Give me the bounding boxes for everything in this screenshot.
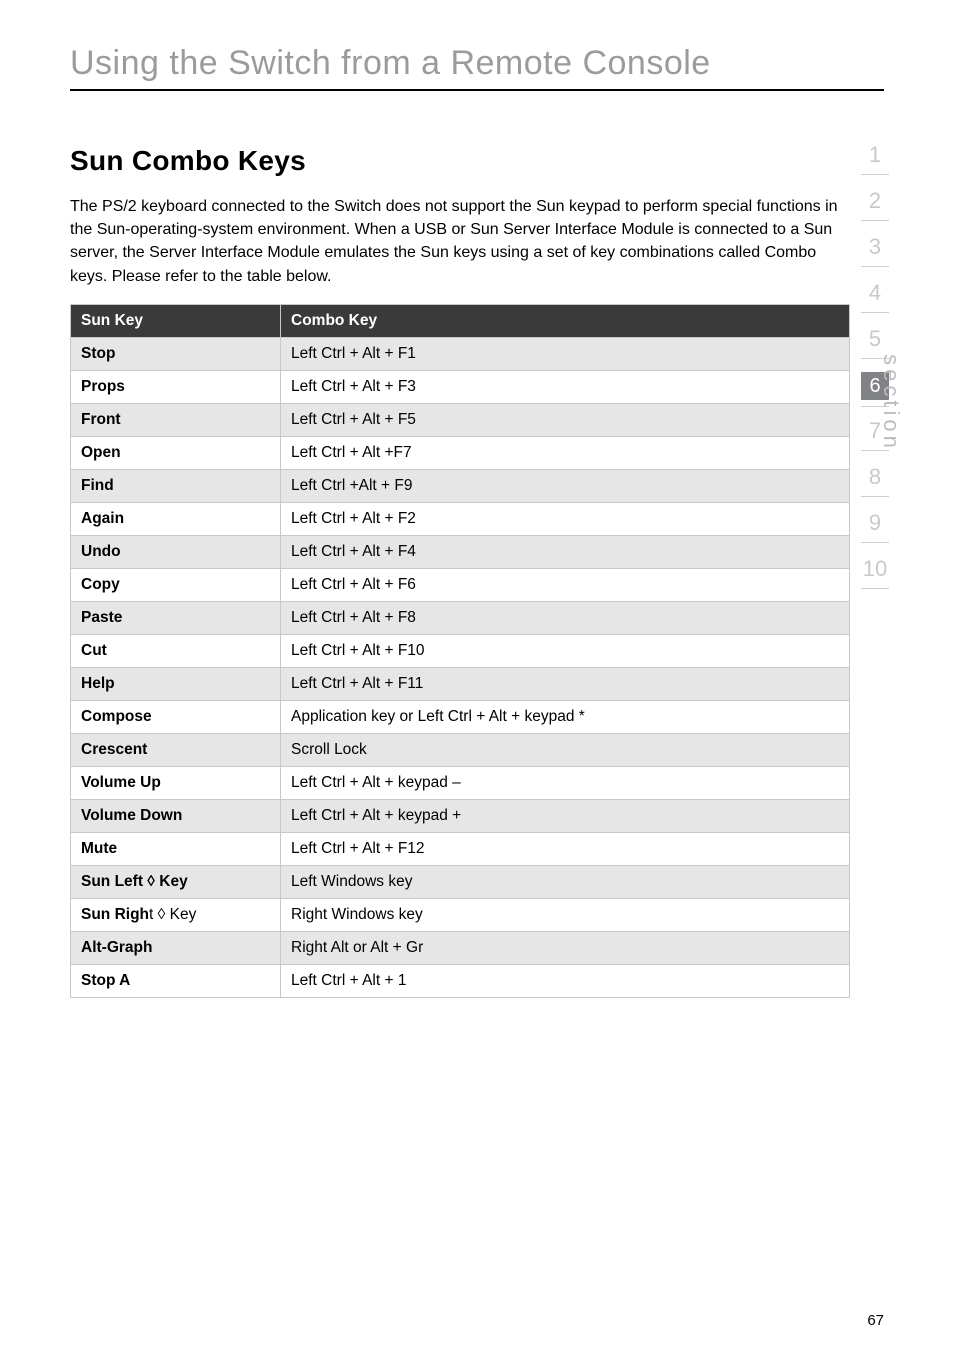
table-cell-combokey: Left Ctrl + Alt + F11 (281, 667, 850, 700)
table-cell-sunkey: Volume Down (71, 799, 281, 832)
table-cell-sunkey: Stop (71, 337, 281, 370)
table-row: MuteLeft Ctrl + Alt + F12 (71, 832, 850, 865)
table-cell-combokey: Left Ctrl + Alt + F4 (281, 535, 850, 568)
table-row: HelpLeft Ctrl + Alt + F11 (71, 667, 850, 700)
table-cell-combokey: Left Ctrl +Alt + F9 (281, 469, 850, 502)
table-cell-combokey: Left Ctrl + Alt + 1 (281, 964, 850, 997)
section-nav-item[interactable]: 4 (840, 274, 910, 320)
section-title: Sun Combo Keys (70, 145, 884, 177)
table-row: CopyLeft Ctrl + Alt + F6 (71, 568, 850, 601)
page-number: 67 (867, 1312, 884, 1329)
table-cell-combokey: Left Ctrl + Alt + keypad – (281, 766, 850, 799)
table-cell-combokey: Left Ctrl + Alt + F12 (281, 832, 850, 865)
table-cell-combokey: Left Ctrl + Alt + F8 (281, 601, 850, 634)
table-row: ComposeApplication key or Left Ctrl + Al… (71, 700, 850, 733)
page-title: Using the Switch from a Remote Console (70, 44, 884, 83)
table-cell-sunkey: Find (71, 469, 281, 502)
table-cell-combokey: Left Ctrl + Alt + keypad + (281, 799, 850, 832)
section-nav-item[interactable]: 9 (840, 504, 910, 550)
table-cell-sunkey: Open (71, 436, 281, 469)
table-cell-sunkey: Cut (71, 634, 281, 667)
table-cell-combokey: Left Ctrl + Alt + F2 (281, 502, 850, 535)
table-row: StopLeft Ctrl + Alt + F1 (71, 337, 850, 370)
table-cell-combokey: Left Ctrl + Alt + F6 (281, 568, 850, 601)
table-row: Sun Right ◊ KeyRight Windows key (71, 898, 850, 931)
table-row: Alt-GraphRight Alt or Alt + Gr (71, 931, 850, 964)
table-cell-combokey: Right Alt or Alt + Gr (281, 931, 850, 964)
table-cell-sunkey: Volume Up (71, 766, 281, 799)
table-row: PasteLeft Ctrl + Alt + F8 (71, 601, 850, 634)
table-cell-combokey: Left Ctrl + Alt + F3 (281, 370, 850, 403)
table-row: FrontLeft Ctrl + Alt + F5 (71, 403, 850, 436)
table-cell-sunkey: Compose (71, 700, 281, 733)
table-cell-combokey: Application key or Left Ctrl + Alt + key… (281, 700, 850, 733)
table-header-sunkey: Sun Key (71, 304, 281, 337)
table-cell-sunkey: Front (71, 403, 281, 436)
section-nav-item[interactable]: 8 (840, 458, 910, 504)
section-nav-item[interactable]: 1 (840, 136, 910, 182)
table-row: Volume DownLeft Ctrl + Alt + keypad + (71, 799, 850, 832)
section-nav-item[interactable]: 10 (840, 550, 910, 596)
section-nav-item[interactable]: 2 (840, 182, 910, 228)
combo-keys-table: Sun Key Combo Key StopLeft Ctrl + Alt + … (70, 304, 850, 998)
table-row: UndoLeft Ctrl + Alt + F4 (71, 535, 850, 568)
table-row: AgainLeft Ctrl + Alt + F2 (71, 502, 850, 535)
table-cell-sunkey: Sun Right ◊ Key (71, 898, 281, 931)
table-cell-combokey: Left Ctrl + Alt + F10 (281, 634, 850, 667)
table-cell-combokey: Scroll Lock (281, 733, 850, 766)
table-cell-combokey: Left Ctrl + Alt +F7 (281, 436, 850, 469)
table-cell-sunkey: Stop A (71, 964, 281, 997)
table-row: OpenLeft Ctrl + Alt +F7 (71, 436, 850, 469)
table-cell-combokey: Left Windows key (281, 865, 850, 898)
table-cell-combokey: Left Ctrl + Alt + F1 (281, 337, 850, 370)
table-cell-sunkey: Alt-Graph (71, 931, 281, 964)
table-row: Sun Left ◊ KeyLeft Windows key (71, 865, 850, 898)
table-cell-sunkey: Again (71, 502, 281, 535)
table-cell-sunkey: Paste (71, 601, 281, 634)
table-row: Volume UpLeft Ctrl + Alt + keypad – (71, 766, 850, 799)
table-cell-sunkey: Sun Left ◊ Key (71, 865, 281, 898)
section-nav-label: section (842, 390, 940, 416)
table-row: CutLeft Ctrl + Alt + F10 (71, 634, 850, 667)
table-row: CrescentScroll Lock (71, 733, 850, 766)
table-row: FindLeft Ctrl +Alt + F9 (71, 469, 850, 502)
table-cell-combokey: Right Windows key (281, 898, 850, 931)
table-header-row: Sun Key Combo Key (71, 304, 850, 337)
intro-paragraph: The PS/2 keyboard connected to the Switc… (70, 195, 850, 288)
table-cell-sunkey: Undo (71, 535, 281, 568)
table-cell-sunkey: Mute (71, 832, 281, 865)
table-cell-sunkey: Props (71, 370, 281, 403)
table-cell-sunkey: Help (71, 667, 281, 700)
section-nav-item[interactable]: 3 (840, 228, 910, 274)
table-row: Stop ALeft Ctrl + Alt + 1 (71, 964, 850, 997)
table-cell-sunkey: Crescent (71, 733, 281, 766)
table-cell-combokey: Left Ctrl + Alt + F5 (281, 403, 850, 436)
table-cell-sunkey: Copy (71, 568, 281, 601)
table-row: PropsLeft Ctrl + Alt + F3 (71, 370, 850, 403)
title-rule (70, 89, 884, 91)
table-header-combokey: Combo Key (281, 304, 850, 337)
